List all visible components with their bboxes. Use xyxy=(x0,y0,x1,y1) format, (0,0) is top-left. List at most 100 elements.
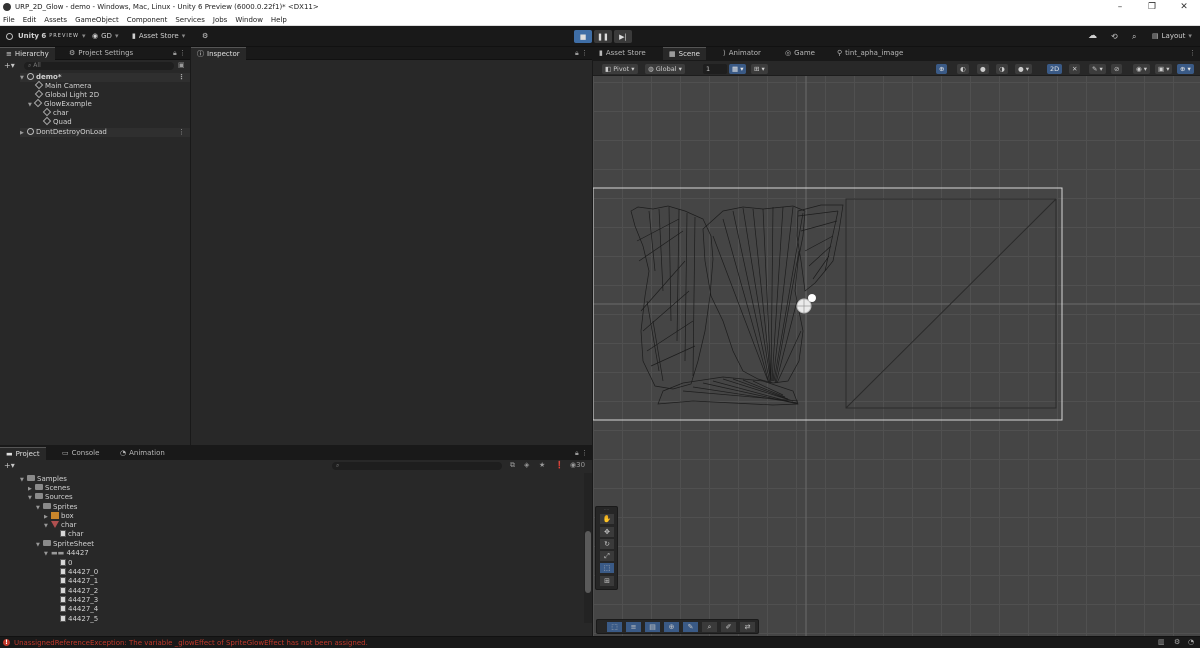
camera-dropdown[interactable]: ▣ ▾ xyxy=(1155,64,1173,74)
hand-tool-icon[interactable]: ✋ xyxy=(600,514,614,524)
cloud-icon[interactable]: ☁ xyxy=(1088,30,1097,43)
rotate-tool-icon[interactable]: ↻ xyxy=(600,539,614,549)
project-folder-sprites[interactable]: ▼ Sprites xyxy=(36,503,77,512)
unity-brand[interactable]: Unity 6 PREVIEW ▾ xyxy=(6,30,85,43)
project-folder-samples[interactable]: ▼ Samples xyxy=(20,475,67,484)
close-icon[interactable]: ✕ xyxy=(1168,0,1200,14)
expand-arrow-icon[interactable]: ▶ xyxy=(20,129,27,138)
hierarchy-row-main-camera[interactable]: Main Camera xyxy=(34,80,91,91)
project-folder-scenes[interactable]: ▶ Scenes xyxy=(28,484,70,493)
project-scrollbar[interactable] xyxy=(584,473,592,623)
gizmos-dropdown[interactable]: ⊕ ▾ xyxy=(1177,64,1194,74)
scene-viewport[interactable]: ···· ✋ ✥ ↻ ⤢ ⬚ ⊞ ⬚ ≡ ▤ ⊕ ✎ ⌕ ✐ ⇄ xyxy=(593,61,1200,636)
filter-icon[interactable]: ▣ xyxy=(178,61,185,69)
grid-snap-dropdown[interactable]: ▦ ▾ xyxy=(729,64,747,74)
project-folder-sources[interactable]: ▼ Sources xyxy=(28,493,73,502)
expand-arrow-icon[interactable]: ▼ xyxy=(44,522,51,531)
project-asset-44427-4[interactable]: 44427_4 xyxy=(60,605,98,614)
expand-arrow-icon[interactable]: ▼ xyxy=(44,550,51,559)
project-asset-char-sprite[interactable]: char xyxy=(60,530,83,539)
settings-icon[interactable]: ⚙ xyxy=(202,30,208,43)
globe-icon[interactable]: ⊕ xyxy=(664,622,679,632)
gizmo-orientation-icon[interactable]: ⊕ xyxy=(936,64,948,74)
scrollbar-thumb[interactable] xyxy=(585,531,591,593)
project-asset-0[interactable]: 0 xyxy=(60,559,72,568)
expand-arrow-icon[interactable]: ▼ xyxy=(20,74,27,83)
menu-assets[interactable]: Assets xyxy=(44,16,67,24)
tab-console[interactable]: ▭ Console xyxy=(56,447,105,460)
project-asset-44427-2[interactable]: 44427_2 xyxy=(60,587,98,596)
snap-increment-dropdown[interactable]: ⊞ ▾ xyxy=(751,64,768,74)
hierarchy-row-glowexample[interactable]: ▼ GlowExample xyxy=(28,98,92,109)
favorite-icon[interactable]: ★ xyxy=(539,461,545,469)
filter-type-icon[interactable]: ⧉ xyxy=(510,461,515,470)
menu-help[interactable]: Help xyxy=(271,16,287,24)
menu-window[interactable]: Window xyxy=(235,16,263,24)
lock-icon[interactable]: 🔒︎ ⋮ xyxy=(575,47,588,60)
menu-edit[interactable]: Edit xyxy=(23,16,37,24)
hierarchy-row-quad[interactable]: Quad xyxy=(42,116,72,127)
shading-solid-icon[interactable]: ● xyxy=(977,64,989,74)
project-asset-44427-3[interactable]: 44427_3 xyxy=(60,596,98,605)
menu-file[interactable]: File xyxy=(3,16,15,24)
overlay-grip-icon[interactable]: ···· xyxy=(596,507,617,512)
menu-component[interactable]: Component xyxy=(127,16,168,24)
expand-arrow-icon[interactable]: ▼ xyxy=(36,541,43,550)
lock-icon[interactable]: 🔒︎ ⋮ xyxy=(173,47,186,60)
expand-arrow-icon[interactable]: ▼ xyxy=(28,494,35,503)
transform-tool-icon[interactable]: ⊞ xyxy=(600,576,614,586)
filter-label-icon[interactable]: ◈ xyxy=(524,461,529,469)
project-asset-char[interactable]: ▼ char xyxy=(44,521,76,530)
add-icon[interactable]: +▾ xyxy=(4,61,15,70)
picker-icon[interactable]: ✐ xyxy=(721,622,736,632)
hierarchy-search-input[interactable]: ⌕ All xyxy=(24,62,174,70)
progress-icon[interactable]: ▥ xyxy=(1158,638,1165,646)
audio-toggle-icon[interactable]: ✕ xyxy=(1069,64,1081,74)
tab-animation[interactable]: ◔ Animation xyxy=(114,447,171,460)
global-dropdown[interactable]: ◍ Global ▾ xyxy=(645,64,685,74)
tab-hierarchy[interactable]: ≡ Hierarchy xyxy=(0,47,55,60)
maximize-icon[interactable]: ❐ xyxy=(1136,0,1168,14)
scale-tool-icon[interactable]: ⤢ xyxy=(600,551,614,561)
play-button[interactable]: ■ xyxy=(574,30,592,43)
layout-dropdown[interactable]: ▤ Layout ▾ xyxy=(1152,30,1192,43)
effects-dropdown[interactable]: ✎ ▾ xyxy=(1089,64,1106,74)
shading-wire-icon[interactable]: ◐ xyxy=(957,64,969,74)
grid-select-icon[interactable]: ⬚ xyxy=(607,622,622,632)
project-asset-44427-5[interactable]: 44427_5 xyxy=(60,615,98,624)
lighting-icon[interactable]: ◑ xyxy=(996,64,1008,74)
hierarchy-row-global-light[interactable]: Global Light 2D xyxy=(34,89,99,100)
step-button[interactable]: ▶| xyxy=(614,30,632,43)
expand-arrow-icon[interactable]: ▼ xyxy=(36,504,43,513)
hierarchy-row-dontdestroyonload[interactable]: ▶ DontDestroyOnLoad ⋮ xyxy=(20,128,190,137)
more-icon[interactable]: ⋮ xyxy=(178,73,185,82)
project-search-input[interactable]: ⌕ xyxy=(332,462,502,470)
tab-asset-store[interactable]: ▮ Asset Store xyxy=(593,47,652,60)
tab-project[interactable]: ▬ Project xyxy=(0,447,46,460)
tab-inspector[interactable]: ⓘ Inspector xyxy=(191,47,246,60)
asset-store-button[interactable]: ▮ Asset Store ▾ xyxy=(132,30,185,43)
pivot-dropdown[interactable]: ◧ Pivot ▾ xyxy=(602,64,638,74)
menu-gameobject[interactable]: GameObject xyxy=(75,16,119,24)
project-folder-spritesheet[interactable]: ▼ SpriteSheet xyxy=(36,540,94,549)
more-icon[interactable]: ⋮ xyxy=(1189,47,1196,60)
add-icon[interactable]: +▾ xyxy=(4,461,15,470)
project-asset-44427-1[interactable]: 44427_1 xyxy=(60,577,98,586)
project-asset-44427[interactable]: ▼ ▬▬ 44427 xyxy=(44,549,89,558)
rect-tool-icon[interactable]: ⬚ xyxy=(600,563,614,573)
render-mode-dropdown[interactable]: ● ▾ xyxy=(1015,64,1033,74)
sync-icon[interactable]: ◔ xyxy=(1188,638,1194,646)
paint-icon[interactable]: ✎ xyxy=(683,622,698,632)
layers-icon[interactable]: ▤ xyxy=(645,622,660,632)
menu-jobs[interactable]: Jobs xyxy=(213,16,227,24)
error-filter-icon[interactable]: ❗ xyxy=(555,461,564,469)
project-asset-44427-0[interactable]: 44427_0 xyxy=(60,568,98,577)
lock-icon[interactable]: 🔒︎ ⋮ xyxy=(575,447,588,460)
menu-services[interactable]: Services xyxy=(175,16,205,24)
status-message[interactable]: UnassignedReferenceException: The variab… xyxy=(14,638,368,648)
visible-count[interactable]: ◉30 xyxy=(570,461,585,469)
hierarchy-row-scene[interactable]: ▼ demo* ⋮ xyxy=(20,73,190,82)
expand-arrow-icon[interactable]: ▼ xyxy=(20,476,27,485)
more-icon[interactable]: ⋮ xyxy=(178,128,185,137)
toggle-2d-button[interactable]: 2D xyxy=(1047,64,1063,74)
